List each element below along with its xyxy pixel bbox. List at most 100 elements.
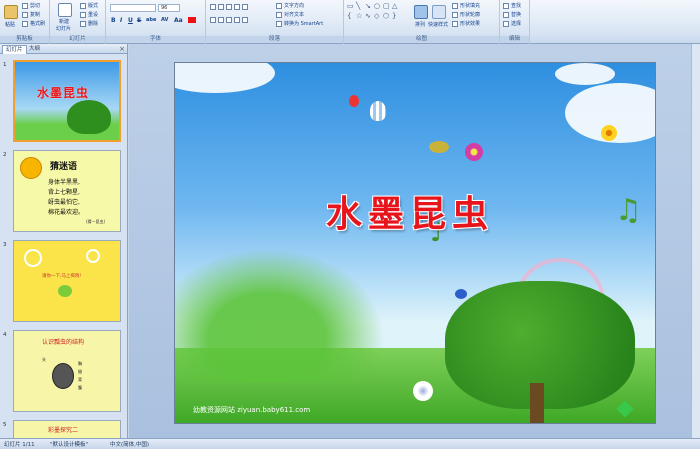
columns-icon: [242, 17, 248, 23]
music-notes-icon: ♫: [615, 193, 642, 228]
smartart-button[interactable]: 转换为 SmartArt: [276, 20, 323, 27]
cloud: [555, 63, 615, 85]
numbering-icon: [218, 4, 224, 10]
site-watermark: 幼教资源网站 ziyuan.baby611.com: [193, 406, 311, 414]
clipboard-group-label: 剪贴板: [0, 36, 49, 43]
shape-fill-button[interactable]: 形状填充: [452, 2, 480, 9]
align-text-button[interactable]: 对齐文本: [276, 11, 304, 18]
slides-pane: 幻灯片 大纲 × 1 水墨昆虫 2 猜迷语 身体半黑黑, 背上七颗星, 蚜虫最怕…: [0, 44, 128, 438]
font-group-label: 字体: [106, 36, 205, 43]
bracket-shape-icon: }: [392, 12, 397, 20]
fill-bucket-icon: [452, 2, 458, 9]
paragraph-group: 文字方向 对齐文本 转换为 SmartArt 段落: [206, 0, 344, 44]
slide-thumbnail-2[interactable]: 猜迷语 身体半黑黑, 背上七颗星, 蚜虫最怕它, 棉花最欢迎。 (猜一昆虫): [13, 150, 121, 232]
frog-icon: [58, 285, 72, 297]
triangle-shape-icon: △: [392, 2, 398, 10]
line-shape-icon: ╲: [356, 2, 361, 10]
spacing-button[interactable]: AV: [161, 17, 168, 23]
editing-group: 查找 替换 选择 编辑: [500, 0, 530, 44]
reset-button[interactable]: 重设: [80, 11, 98, 18]
bullets-icon: [210, 4, 216, 10]
thumb-number: 3: [3, 242, 7, 248]
font-size-box[interactable]: 96: [158, 4, 180, 12]
font-group: 96 B I U S abe AV Aa 字体: [106, 0, 206, 44]
theme-name: "默认设计模板": [50, 442, 89, 448]
thumb-text: 请你一下,马上揭晓!: [42, 274, 82, 279]
slide-thumbnail-5[interactable]: 彩墨探究二: [13, 420, 121, 438]
smiley-icon: [20, 157, 42, 179]
tab-outline[interactable]: 大纲: [26, 45, 43, 54]
riddle-line: 蚜虫最怕它,: [48, 199, 80, 206]
new-slide-label[interactable]: 新建: [59, 18, 69, 25]
quick-styles-label[interactable]: 快速样式: [428, 21, 448, 28]
paste-button-label[interactable]: 粘贴: [5, 21, 15, 28]
pane-tabs: 幻灯片 大纲 ×: [0, 44, 127, 54]
cut-button[interactable]: 剪切: [22, 2, 40, 9]
layout-button[interactable]: 版式: [80, 2, 98, 9]
vertical-scrollbar[interactable]: [691, 44, 700, 438]
paste-icon[interactable]: [4, 5, 18, 19]
binoculars-icon: [503, 2, 509, 9]
shape-effects-button[interactable]: 形状效果: [452, 20, 480, 27]
bullets-button[interactable]: [210, 4, 248, 10]
align-text-icon: [276, 11, 282, 18]
thumb-title: 认识瓢虫的结构: [42, 339, 85, 346]
structure-label: 头: [42, 357, 46, 362]
align-left-icon: [210, 17, 216, 23]
find-button[interactable]: 查找: [503, 2, 521, 9]
cursor-icon: [503, 20, 509, 27]
outdent-icon: [234, 4, 240, 10]
shapes-gallery[interactable]: ▭ ╲ ↘ ○ ▢ △ { ☆ ∿ ◇ ⬡ }: [347, 2, 409, 30]
quick-styles-icon[interactable]: [432, 5, 446, 19]
slide-thumbnail-1[interactable]: 水墨昆虫: [13, 60, 121, 142]
new-slide-icon[interactable]: [58, 3, 72, 17]
change-case-button[interactable]: Aa: [174, 17, 183, 24]
structure-label: 胸: [78, 361, 82, 366]
line-spacing-icon: [242, 4, 248, 10]
close-pane-icon[interactable]: ×: [119, 44, 125, 54]
thumb-number: 1: [3, 62, 7, 68]
align-buttons[interactable]: [210, 17, 248, 23]
copy-button[interactable]: 复制: [22, 11, 40, 18]
slide-thumbnail-3[interactable]: 请你一下,马上揭晓!: [13, 240, 121, 322]
font-name-box[interactable]: [110, 4, 156, 12]
delete-slide-button[interactable]: 删除: [80, 20, 98, 27]
bird-icon: [429, 141, 449, 153]
daisy-icon: [413, 381, 433, 401]
shape-outline-button[interactable]: 形状轮廓: [452, 11, 480, 18]
text-direction-button[interactable]: 文字方向: [276, 2, 304, 9]
bold-button[interactable]: B: [111, 17, 116, 24]
slides-group: 新建 幻灯片 版式 重设 删除 幻灯片: [50, 0, 106, 44]
riddle-answer: (猜一昆虫): [86, 219, 106, 224]
arrange-icon[interactable]: [414, 5, 428, 19]
ribbon: 粘贴 剪切 复制 格式刷 剪贴板 新建 幻灯片 版式 重设 删除 幻灯片 96 …: [0, 0, 700, 44]
font-color-button[interactable]: [188, 17, 196, 23]
structure-label: 腹: [78, 385, 82, 390]
brace-shape-icon: {: [347, 12, 352, 20]
format-painter-button[interactable]: 格式刷: [22, 20, 45, 27]
thumb-title: 彩墨探究二: [48, 427, 79, 434]
strike-button[interactable]: S: [137, 17, 141, 24]
drawing-group: ▭ ╲ ↘ ○ ▢ △ { ☆ ∿ ◇ ⬡ } 排列 快速样式 形状填充 形状轮…: [344, 0, 500, 44]
underline-button[interactable]: U: [128, 17, 133, 24]
language-indicator[interactable]: 中文(简体,中国): [110, 440, 149, 448]
align-right-icon: [226, 17, 232, 23]
tree-trunk: [530, 383, 544, 423]
clipboard-group: 粘贴 剪切 复制 格式刷 剪贴板: [0, 0, 50, 44]
slide-title[interactable]: 水墨昆虫: [285, 185, 535, 237]
editing-group-label: 编辑: [500, 36, 529, 43]
indent-icon: [226, 4, 232, 10]
new-slide-label-2[interactable]: 幻灯片: [56, 25, 71, 32]
shadow-button[interactable]: abe: [146, 17, 156, 23]
riddle-line: 身体半黑黑,: [48, 179, 80, 186]
slide-thumbnail-4[interactable]: 认识瓢虫的结构 头 胸 翅 背 腹: [13, 330, 121, 412]
structure-label: 翅: [78, 369, 82, 374]
italic-button[interactable]: I: [120, 17, 122, 24]
current-slide[interactable]: ♪ ♫ 水墨昆虫 幼教资源网站 ziyuan.baby611.com: [174, 62, 656, 424]
arrange-label[interactable]: 排列: [415, 21, 425, 28]
flower-icon: [465, 143, 483, 161]
select-button[interactable]: 选择: [503, 20, 521, 27]
tab-slides[interactable]: 幻灯片: [2, 45, 27, 54]
replace-button[interactable]: 替换: [503, 11, 521, 18]
oval-shape-icon: ○: [374, 2, 381, 10]
